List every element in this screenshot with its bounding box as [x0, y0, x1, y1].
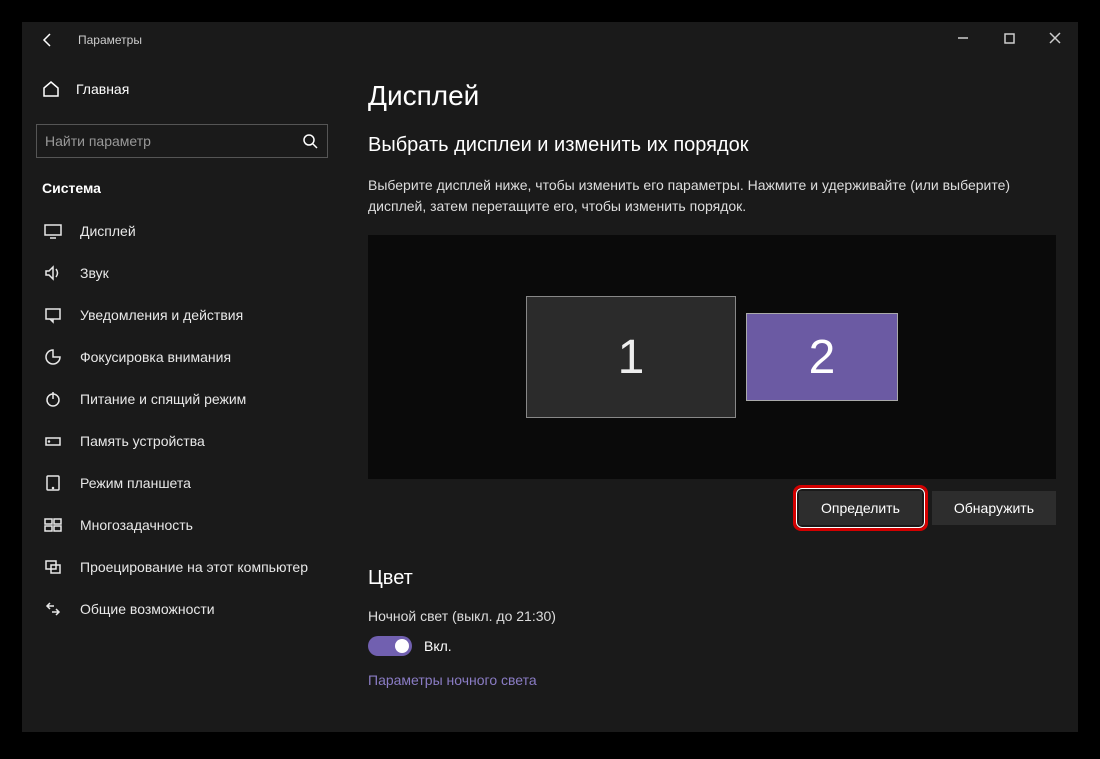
home-icon — [42, 80, 60, 98]
notifications-icon — [44, 306, 62, 324]
close-button[interactable] — [1032, 22, 1078, 54]
search-box[interactable] — [36, 124, 328, 158]
nav-label: Дисплей — [80, 223, 136, 239]
identify-button[interactable]: Определить — [799, 491, 922, 525]
nav-item-display[interactable]: Дисплей — [36, 210, 342, 252]
nav-item-tablet[interactable]: Режим планшета — [36, 462, 342, 504]
nav-label: Уведомления и действия — [80, 307, 243, 323]
settings-window: Параметры Главная Система Дисплей — [22, 22, 1078, 732]
main-content: Дисплей Выбрать дисплеи и изменить их по… — [342, 58, 1078, 732]
search-icon — [301, 132, 319, 150]
sidebar-home-label: Главная — [76, 81, 129, 97]
page-title: Дисплей — [368, 80, 1060, 112]
nav-item-multitask[interactable]: Многозадачность — [36, 504, 342, 546]
detect-button[interactable]: Обнаружить — [932, 491, 1056, 525]
nav-item-notifications[interactable]: Уведомления и действия — [36, 294, 342, 336]
arrange-title: Выбрать дисплеи и изменить их порядок — [368, 134, 1060, 157]
nav-label: Режим планшета — [80, 475, 191, 491]
maximize-button[interactable] — [986, 22, 1032, 54]
window-title: Параметры — [78, 33, 142, 47]
nav-item-storage[interactable]: Память устройства — [36, 420, 342, 462]
power-icon — [44, 390, 62, 408]
projecting-icon — [44, 558, 62, 576]
nav-item-shared[interactable]: Общие возможности — [36, 588, 342, 630]
nav-list: Дисплей Звук Уведомления и действия Фоку… — [36, 210, 342, 630]
display-icon — [44, 222, 62, 240]
toggle-state-label: Вкл. — [424, 638, 452, 654]
multitask-icon — [44, 516, 62, 534]
toggle-knob — [395, 639, 409, 653]
nav-item-projecting[interactable]: Проецирование на этот компьютер — [36, 546, 342, 588]
storage-icon — [44, 432, 62, 450]
nightlight-settings-link[interactable]: Параметры ночного света — [368, 672, 1060, 688]
nav-label: Память устройства — [80, 433, 205, 449]
monitor-2[interactable]: 2 — [746, 313, 898, 401]
nightlight-label: Ночной свет (выкл. до 21:30) — [368, 608, 1060, 624]
nav-item-sound[interactable]: Звук — [36, 252, 342, 294]
color-title: Цвет — [368, 567, 1060, 590]
back-button[interactable] — [32, 24, 64, 56]
sidebar-section-label: Система — [36, 180, 342, 196]
sidebar: Главная Система Дисплей Звук Уведомле — [22, 58, 342, 732]
nav-item-power[interactable]: Питание и спящий режим — [36, 378, 342, 420]
nav-label: Фокусировка внимания — [80, 349, 231, 365]
nightlight-toggle[interactable] — [368, 636, 412, 656]
nav-label: Звук — [80, 265, 109, 281]
arrange-desc: Выберите дисплей ниже, чтобы изменить ег… — [368, 175, 1028, 217]
nav-label: Общие возможности — [80, 601, 215, 617]
nav-label: Питание и спящий режим — [80, 391, 246, 407]
monitor-1[interactable]: 1 — [526, 296, 736, 418]
shared-icon — [44, 600, 62, 618]
sidebar-home[interactable]: Главная — [36, 72, 342, 106]
monitor-arrangement-area[interactable]: 1 2 — [368, 235, 1056, 479]
sound-icon — [44, 264, 62, 282]
nav-label: Многозадачность — [80, 517, 193, 533]
nav-item-focus[interactable]: Фокусировка внимания — [36, 336, 342, 378]
titlebar: Параметры — [22, 22, 1078, 58]
minimize-button[interactable] — [940, 22, 986, 54]
focus-icon — [44, 348, 62, 366]
search-input[interactable] — [45, 133, 301, 149]
tablet-icon — [44, 474, 62, 492]
nav-label: Проецирование на этот компьютер — [80, 559, 308, 575]
